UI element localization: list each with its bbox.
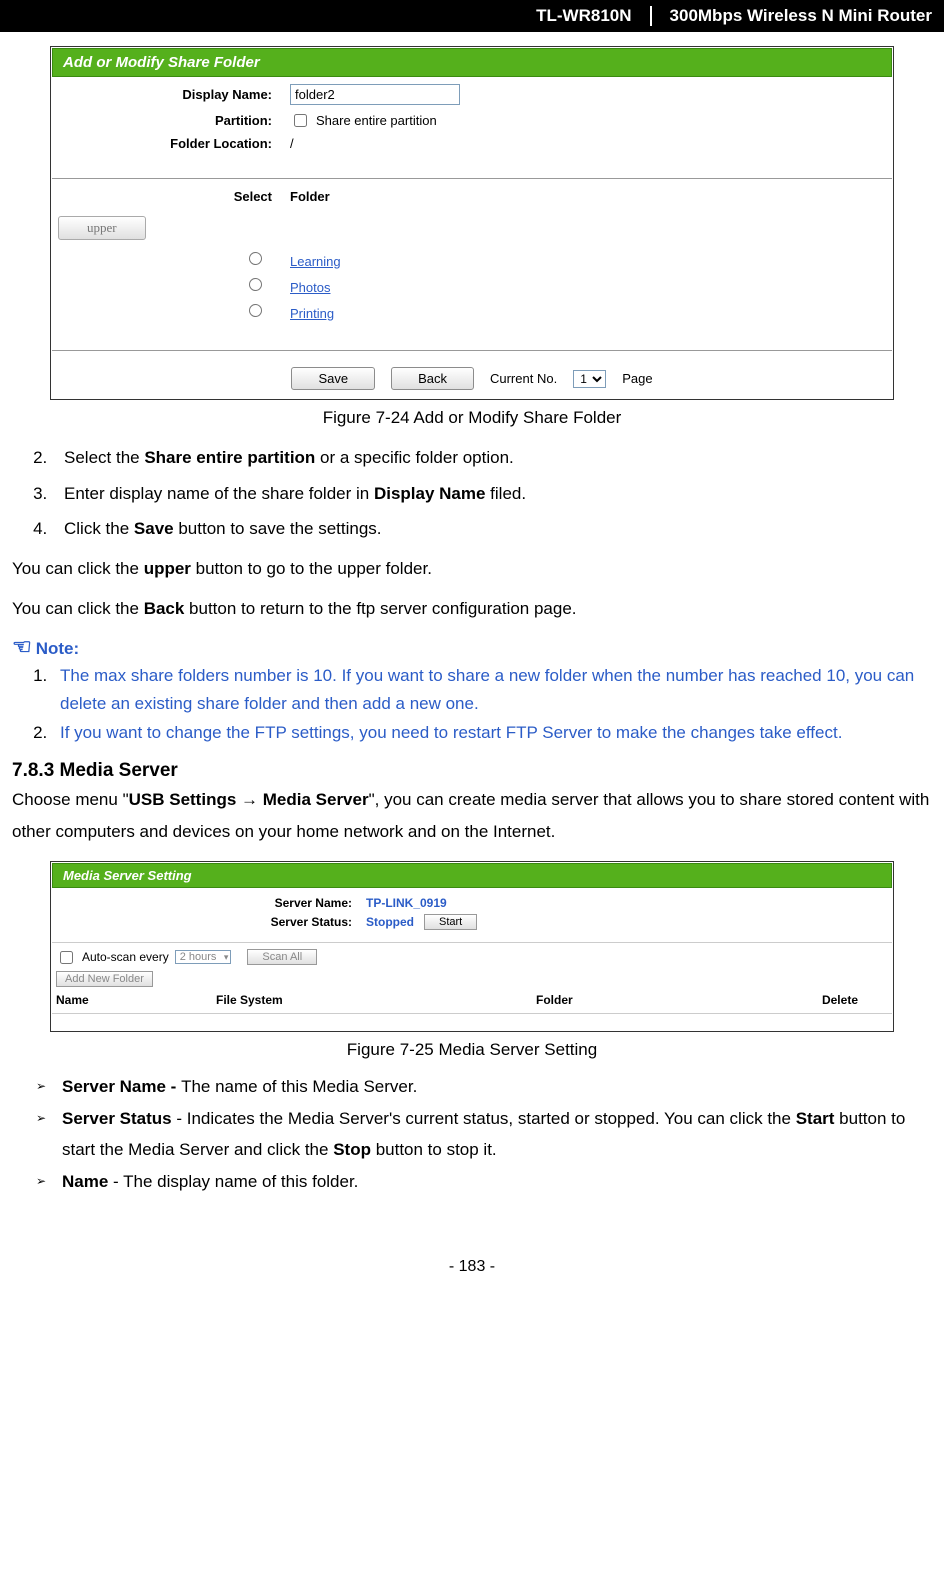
bullet-server-status: Server Status - Indicates the Media Serv… (36, 1104, 932, 1165)
current-no-label: Current No. (490, 371, 557, 386)
share-panel-title: Add or Modify Share Folder (52, 48, 892, 77)
folder-row: Learning (52, 248, 892, 274)
partition-label: Partition: (52, 113, 290, 128)
page-number: - 183 - (0, 1258, 944, 1276)
figure-share-folder: Add or Modify Share Folder Display Name:… (50, 46, 894, 400)
note-2: If you want to change the FTP settings, … (52, 719, 932, 746)
col-filesystem: File System (216, 993, 536, 1007)
col-delete: Delete (756, 993, 888, 1007)
server-name-label: Server Name: (52, 896, 366, 910)
folder-radio-learning[interactable] (249, 252, 262, 265)
folder-radio-photos[interactable] (249, 278, 262, 291)
share-partition-text: Share entire partition (316, 113, 437, 128)
server-name-value: TP-LINK_0919 (366, 896, 447, 910)
folder-link-printing[interactable]: Printing (290, 306, 334, 321)
add-new-folder-button[interactable]: Add New Folder (56, 971, 153, 987)
bullet-name: Name - The display name of this folder. (36, 1167, 932, 1198)
notes-list: The max share folders number is 10. If y… (12, 662, 932, 746)
step-4: Click the Save button to save the settin… (52, 511, 932, 547)
back-button[interactable]: Back (391, 367, 474, 390)
folder-row: Printing (52, 300, 892, 326)
autoscan-label: Auto-scan every (82, 950, 169, 964)
page-select[interactable]: 1 (573, 370, 606, 388)
folder-location-label: Folder Location: (52, 136, 290, 151)
folder-link-photos[interactable]: Photos (290, 280, 330, 295)
upper-note: You can click the upper button to go to … (12, 551, 932, 587)
section-intro: Choose menu "USB Settings → Media Server… (12, 784, 932, 849)
save-button[interactable]: Save (291, 367, 375, 390)
figure1-caption: Figure 7-24 Add or Modify Share Folder (0, 408, 944, 428)
folder-location-value: / (290, 136, 294, 151)
page-suffix: Page (622, 371, 652, 386)
bullet-server-name: Server Name - The name of this Media Ser… (36, 1072, 932, 1103)
step-2: Select the Share entire partition or a s… (52, 440, 932, 476)
upper-button[interactable]: upper (58, 216, 146, 240)
step-3: Enter display name of the share folder i… (52, 476, 932, 512)
scan-all-button[interactable]: Scan All (247, 949, 317, 965)
section-heading: 7.8.3 Media Server (12, 760, 932, 782)
note-heading: ☞Note: (12, 634, 932, 660)
col-select-header: Select (52, 189, 290, 204)
page-header: TL-WR810N 300Mbps Wireless N Mini Router (0, 0, 944, 32)
server-status-value: Stopped (366, 915, 414, 929)
display-name-label: Display Name: (52, 87, 290, 102)
back-note: You can click the Back button to return … (12, 591, 932, 627)
folder-radio-printing[interactable] (249, 304, 262, 317)
steps-list: Select the Share entire partition or a s… (12, 440, 932, 547)
hand-icon: ☞ (12, 634, 32, 660)
bullet-list: Server Name - The name of this Media Ser… (12, 1072, 932, 1198)
col-folder-header: Folder (290, 189, 892, 204)
folder-link-learning[interactable]: Learning (290, 254, 341, 269)
figure-media-server: Media Server Setting Server Name: TP-LIN… (50, 861, 894, 1032)
figure2-caption: Figure 7-25 Media Server Setting (0, 1040, 944, 1060)
model-number: TL-WR810N (536, 6, 651, 26)
start-button[interactable]: Start (424, 914, 477, 930)
server-status-label: Server Status: (52, 915, 366, 929)
col-folder: Folder (536, 993, 756, 1007)
col-name: Name (56, 993, 216, 1007)
display-name-input[interactable] (290, 84, 460, 105)
share-partition-checkbox[interactable] (294, 114, 307, 127)
product-name: 300Mbps Wireless N Mini Router (670, 6, 932, 26)
autoscan-interval-select[interactable]: 2 hours ▾ (175, 950, 232, 964)
note-1: The max share folders number is 10. If y… (52, 662, 932, 716)
media-panel-title: Media Server Setting (52, 863, 892, 888)
autoscan-checkbox[interactable] (60, 951, 73, 964)
folder-row: Photos (52, 274, 892, 300)
